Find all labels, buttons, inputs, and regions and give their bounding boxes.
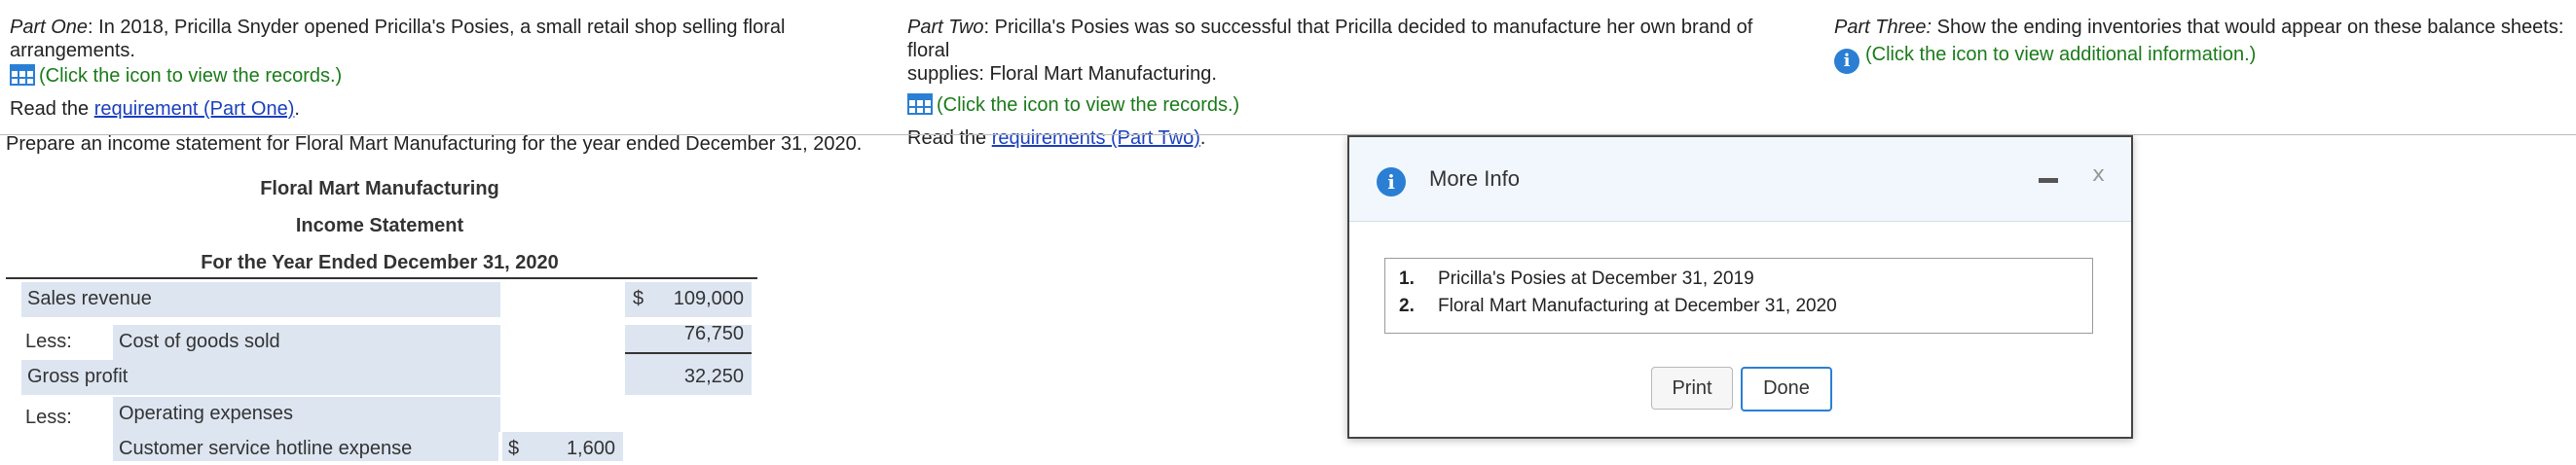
list-item: 1. Pricilla's Posies at December 31, 2019	[1399, 268, 1754, 290]
dialog-title: More Info	[1429, 166, 1520, 191]
less-label: Less:	[25, 407, 72, 428]
part-one-records-text[interactable]: (Click the icon to view the records.)	[39, 65, 342, 87]
part-two-read-prefix: Read the	[907, 127, 992, 149]
part-three-info-link[interactable]: i (Click the icon to view additional info…	[1834, 43, 2574, 74]
done-button[interactable]: Done	[1741, 367, 1832, 411]
sales-revenue-value[interactable]: 109,000	[643, 282, 744, 315]
part-three-label: Part Three:	[1834, 17, 1932, 38]
part-one-read-suffix: .	[294, 98, 300, 120]
list-item-text: Floral Mart Manufacturing at December 31…	[1438, 296, 1837, 316]
info-list: 1. Pricilla's Posies at December 31, 2019…	[1384, 258, 2093, 334]
gross-profit-label: Gross profit	[27, 366, 129, 387]
hotline-expense-label: Customer service hotline expense	[119, 438, 413, 459]
part-one-read-prefix: Read the	[10, 98, 94, 120]
header-underline	[6, 277, 757, 279]
close-icon[interactable]: x	[2092, 162, 2105, 187]
minimize-button[interactable]	[2039, 178, 2058, 183]
gross-profit-value[interactable]: 32,250	[643, 360, 744, 393]
part-two-label: Part Two	[907, 17, 984, 38]
info-icon: i	[1377, 167, 1406, 197]
cogs-label: Cost of goods sold	[119, 331, 280, 352]
table-grid-icon[interactable]	[10, 64, 35, 86]
part-two-records-text[interactable]: (Click the icon to view the records.)	[937, 94, 1239, 116]
part-two-text-line1: : Pricilla's Posies was so successful th…	[907, 17, 1753, 61]
part-three-info-text[interactable]: (Click the icon to view additional infor…	[1865, 44, 2256, 65]
more-info-dialog: i More Info x 1. Pricilla's Posies at Dec…	[1347, 135, 2133, 439]
list-item-number: 1.	[1399, 268, 1415, 289]
part-three-text: Show the ending inventories that would a…	[1932, 17, 2564, 38]
list-item-number: 2.	[1399, 296, 1415, 316]
statement-title: Income Statement	[295, 215, 464, 236]
part-two-read-suffix: .	[1199, 127, 1206, 149]
hotline-currency: $	[508, 438, 520, 459]
statement-period: For the Year Ended December 31, 2020	[201, 252, 559, 273]
company-name: Floral Mart Manufacturing	[260, 178, 499, 199]
part-two-requirement-link[interactable]: requirements (Part Two)	[992, 127, 1200, 149]
part-three-block: Part Three: Show the ending inventories …	[1834, 16, 2574, 74]
part-one-text: : In 2018, Pricilla Snyder opened Pricil…	[10, 17, 786, 61]
sales-revenue-label: Sales revenue	[27, 288, 152, 309]
list-item: 2. Floral Mart Manufacturing at December …	[1399, 296, 1837, 317]
part-one-block: Part One: In 2018, Pricilla Snyder opene…	[10, 16, 905, 121]
table-grid-icon[interactable]	[907, 93, 933, 115]
less-label: Less:	[25, 331, 72, 352]
info-icon[interactable]: i	[1834, 49, 1859, 74]
part-one-records-link[interactable]: (Click the icon to view the records.)	[10, 64, 905, 88]
cogs-value[interactable]: 76,750	[643, 317, 744, 350]
print-button[interactable]: Print	[1651, 367, 1733, 410]
part-one-label: Part One	[10, 17, 89, 38]
part-two-text-line2: supplies: Floral Mart Manufacturing.	[907, 63, 1217, 85]
list-item-text: Pricilla's Posies at December 31, 2019	[1438, 268, 1754, 289]
part-two-records-link[interactable]: (Click the icon to view the records.)	[907, 93, 1784, 117]
hotline-expense-value[interactable]: 1,600	[522, 432, 615, 465]
cogs-underline	[625, 352, 752, 354]
dialog-header: i More Info x	[1349, 137, 2131, 222]
instruction-text: Prepare an income statement for Floral M…	[6, 133, 863, 155]
part-two-block: Part Two: Pricilla's Posies was so succe…	[907, 16, 1784, 150]
part-one-requirement-link[interactable]: requirement (Part One)	[94, 98, 295, 120]
operating-expenses-label: Operating expenses	[119, 403, 294, 424]
